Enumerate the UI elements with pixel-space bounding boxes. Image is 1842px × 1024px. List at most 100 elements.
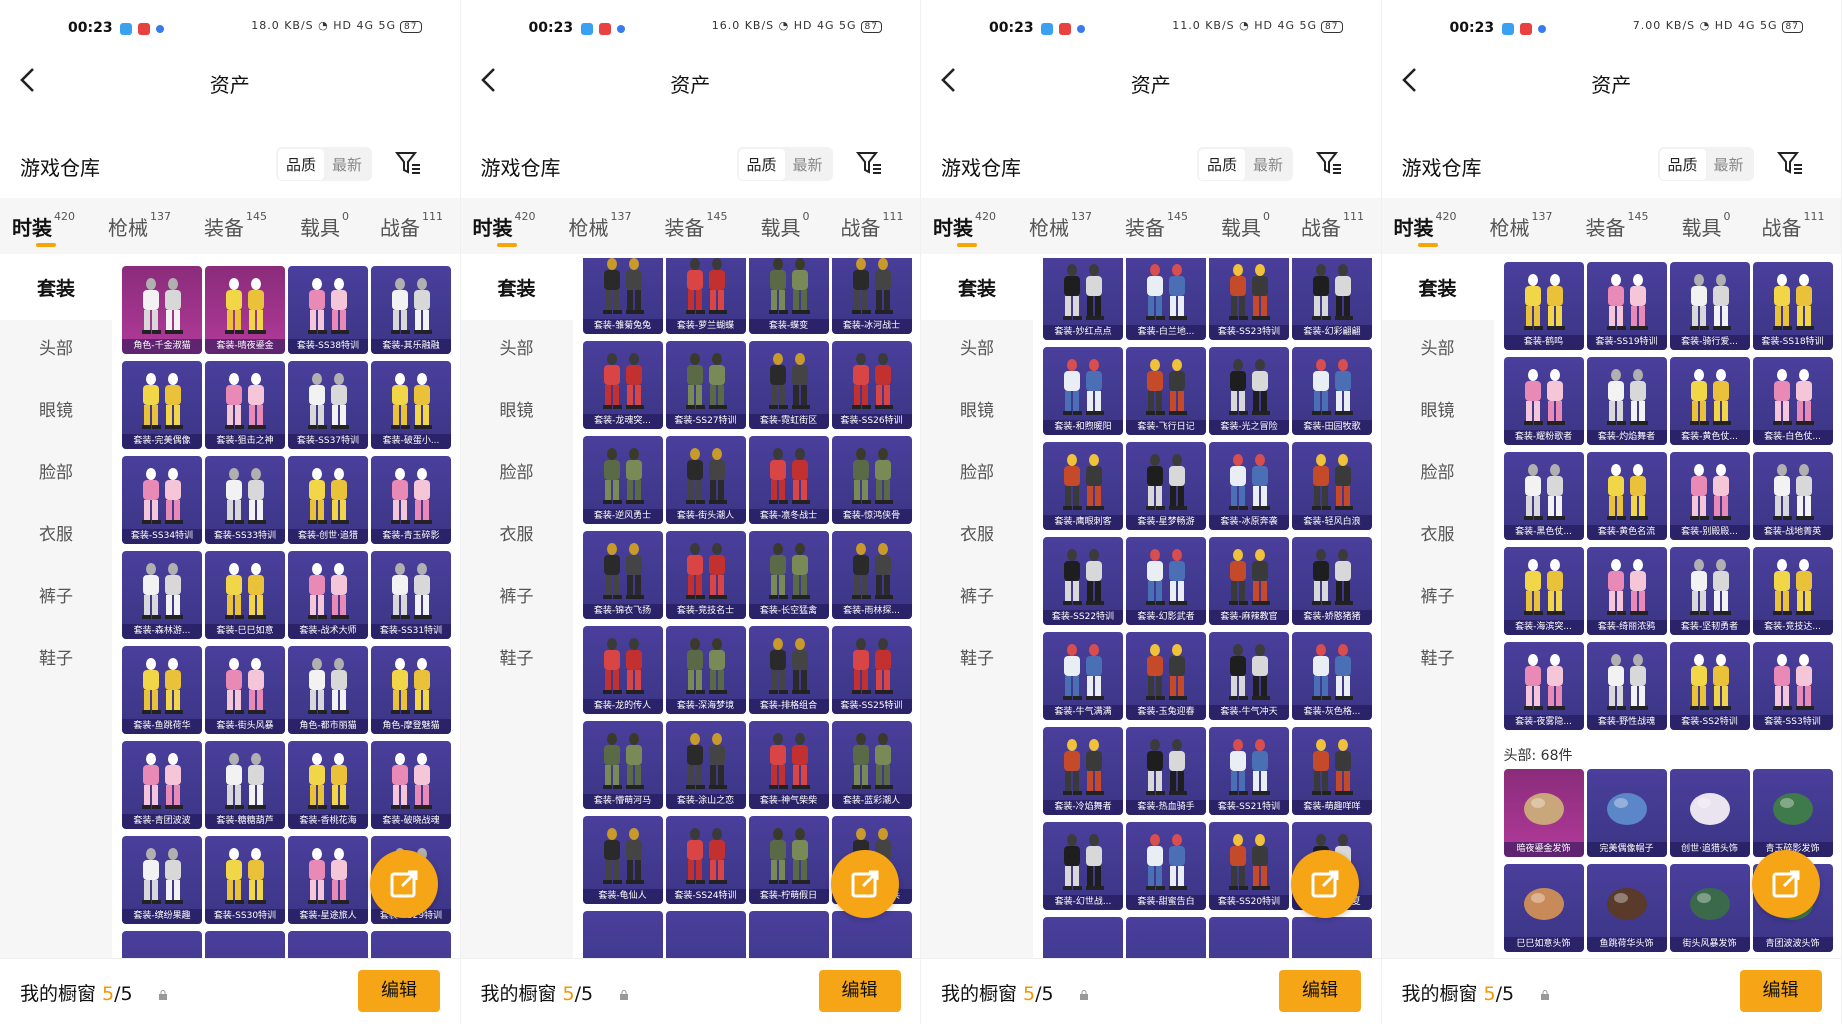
item-card[interactable]: 套装-龙魂突... [582,341,663,429]
item-card[interactable]: 套装-霓虹街区 [748,341,829,429]
sort-quality-button[interactable]: 品质 [1199,148,1246,180]
item-card[interactable]: 套装-光之冒险 [1209,347,1289,435]
filter-icon[interactable] [1315,149,1343,177]
item-card[interactable]: 角色-千金淑猫 [122,266,202,354]
sidebar-item[interactable]: 裤子 [1382,566,1494,628]
item-card[interactable]: 套装-SS2特训 [1669,642,1750,730]
item-card[interactable]: 套装-幻世战... [1043,822,1123,910]
item-card[interactable]: 套装-SS19特训 [1586,262,1667,350]
item-card[interactable]: 套装-龟仙人 [582,816,663,904]
item-card[interactable]: 套装-SS20特训 [1209,822,1289,910]
item-card[interactable] [582,911,663,958]
item-card[interactable]: 暗夜鎏金发饰 [1503,769,1584,857]
sidebar-item[interactable]: 裤子 [461,566,573,628]
item-card[interactable]: 巳巳如意头饰 [1503,864,1584,952]
sidebar-item[interactable]: 脸部 [0,442,112,504]
item-card[interactable]: 角色-都市丽猫 [288,646,368,734]
item-card[interactable]: 街头风暴发饰 [1669,864,1750,952]
item-card[interactable]: 套装-牛气冲天 [1209,632,1289,720]
item-card[interactable]: 套装-热血骑手 [1126,727,1206,815]
item-card[interactable]: 套装-巳巳如意 [205,551,285,639]
item-card[interactable]: 创世·追猎头饰 [1669,769,1750,857]
tab-equipment[interactable]: 装备 145 [1125,210,1188,241]
item-card[interactable]: 套装-龙的传人 [582,626,663,714]
sort-quality-button[interactable]: 品质 [1659,148,1706,180]
filter-icon[interactable] [1776,149,1804,177]
item-card[interactable]: 套装-耀粉歌者 [1503,357,1584,445]
item-card[interactable]: 套装-轻风白浪 [1292,442,1372,530]
item-card[interactable]: 套装-别殿殿... [1669,452,1750,540]
item-card[interactable]: 套装-黑色仗... [1503,452,1584,540]
item-card[interactable]: 套装-逆风勇士 [582,436,663,524]
item-card[interactable]: 套装-甜蜜告白 [1126,822,1206,910]
item-card[interactable]: 套装-萌趣咩咩 [1292,727,1372,815]
share-fab-button[interactable] [1291,850,1359,918]
tab-vehicles[interactable]: 载具 0 [761,210,810,241]
item-card[interactable] [1292,917,1372,958]
share-fab-button[interactable] [370,850,438,918]
sidebar-item[interactable]: 脸部 [921,442,1033,504]
item-card[interactable]: 套装-黄色名流 [1586,452,1667,540]
item-card[interactable]: 套装-完美偶像 [122,361,202,449]
item-card[interactable] [748,911,829,958]
sidebar-item[interactable]: 头部 [1382,318,1494,380]
item-card[interactable]: 套装-锦衣飞扬 [582,531,663,619]
sidebar-item[interactable]: 套装 [0,258,112,320]
item-card[interactable]: 套装-飞行日记 [1126,347,1206,435]
item-card[interactable]: 套装-竞技名士 [665,531,746,619]
tab-equipment[interactable]: 装备 145 [1586,210,1649,241]
sidebar-item[interactable]: 衣服 [0,504,112,566]
sidebar-item[interactable]: 裤子 [921,566,1033,628]
filter-icon[interactable] [855,149,883,177]
item-card[interactable]: 套装-SS34特训 [122,456,202,544]
tab-vehicles[interactable]: 载具 0 [1682,210,1731,241]
sidebar-item[interactable]: 眼镜 [461,380,573,442]
item-card[interactable]: 套装-破晓战魂 [371,741,451,829]
item-card[interactable] [1126,917,1206,958]
item-card[interactable]: 套装-青团波波 [122,741,202,829]
item-card[interactable]: 套装-SS27特训 [665,341,746,429]
item-card[interactable]: 套装-SS38特训 [288,266,368,354]
item-card[interactable]: 完美偶像帽子 [1586,769,1667,857]
item-card[interactable]: 套装-破蛋小... [371,361,451,449]
item-card[interactable] [205,931,285,958]
edit-button[interactable]: 编辑 [818,970,901,1012]
item-card[interactable]: 套装-绮丽浓鸦 [1586,547,1667,635]
item-card[interactable]: 套装-蓝彩潮人 [831,721,912,809]
tab-guns[interactable]: 枪械 137 [1490,210,1553,241]
sort-newest-button[interactable]: 最新 [324,149,370,180]
item-card[interactable]: 套装-SS24特训 [665,816,746,904]
sort-quality-button[interactable]: 品质 [278,148,325,180]
sidebar-item[interactable]: 套装 [1381,258,1494,320]
item-card[interactable]: 套装-创世·追猎 [288,456,368,544]
tab-guns[interactable]: 枪械 137 [569,210,632,241]
sidebar-item[interactable]: 鞋子 [461,628,573,690]
item-card[interactable]: 套装-夜雾隐... [1503,642,1584,730]
tab-fashion[interactable]: 时装 420 [933,210,996,241]
tab-fashion[interactable]: 时装 420 [12,210,75,241]
sidebar-item[interactable]: 头部 [0,318,112,380]
sort-newest-button[interactable]: 最新 [1245,149,1291,180]
item-card[interactable]: 套装-黄色仗... [1669,357,1750,445]
item-card[interactable]: 套装-鹤鸣 [1503,262,1584,350]
sidebar-item[interactable]: 脸部 [461,442,573,504]
item-card[interactable]: 套装-森林游... [122,551,202,639]
item-card[interactable]: 套装-骑行爱... [1669,262,1750,350]
tab-guns[interactable]: 枪械 137 [108,210,171,241]
item-card[interactable]: 套装-牛气满满 [1043,632,1123,720]
tab-equipment[interactable]: 装备 145 [204,210,267,241]
item-card[interactable]: 套装-竞技达... [1752,547,1833,635]
item-card[interactable]: 套装-SS18特训 [1752,262,1833,350]
item-card[interactable]: 套装-SS25特训 [831,626,912,714]
item-card[interactable]: 套装-坚韧勇者 [1669,547,1750,635]
sidebar-item[interactable]: 衣服 [461,504,573,566]
sidebar-item[interactable]: 鞋子 [0,628,112,690]
item-card[interactable]: 套装-SS23特训 [1209,258,1289,340]
sidebar-item[interactable]: 眼镜 [1382,380,1494,442]
tab-supplies[interactable]: 战备 111 [1301,210,1364,241]
share-fab-button[interactable] [830,850,899,918]
tab-equipment[interactable]: 装备 145 [665,210,728,241]
item-card[interactable]: 套装-SS31特训 [371,551,451,639]
item-card[interactable]: 套装-SS37特训 [288,361,368,449]
item-card[interactable]: 套装-战地菁英 [1752,452,1833,540]
